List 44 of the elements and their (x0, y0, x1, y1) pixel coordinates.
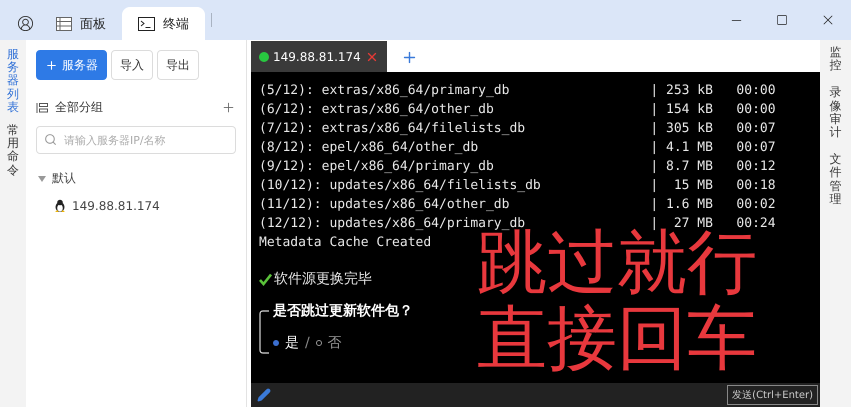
prompt-question: 是否跳过更新软件包？ (273, 302, 413, 320)
terminal-line: (5/12): extras/x86_64/primary_db | 253 kB 00:00 (259, 82, 777, 100)
sidebar-button[interactable]: 导入 (111, 50, 153, 80)
search-icon (44, 133, 57, 146)
bracket-drawing (259, 310, 269, 354)
grid-icon (56, 16, 72, 30)
prompt-option[interactable]: 是 (273, 334, 299, 352)
session-tab[interactable]: 149.88.81.174 (251, 41, 387, 72)
edit-icon[interactable] (257, 388, 271, 402)
terminal-line: (9/12): epel/x86_64/primary_db | 8.7 MB 00:12 (259, 158, 777, 176)
session-label: 149.88.81.174 (273, 50, 361, 64)
list-icon (36, 102, 49, 114)
search-field[interactable]: 请输入服务器IP/名称 (36, 126, 236, 154)
add-server-button[interactable]: 服务器 (36, 50, 107, 80)
sidebar-button[interactable]: 导出 (157, 50, 199, 80)
tree-group[interactable]: 默认 (52, 170, 76, 187)
option-separator: / (305, 335, 310, 351)
maximize-icon[interactable] (776, 14, 788, 26)
terminal-line: (8/12): epel/x86_64/other_db | 4.1 MB 00:07 (259, 139, 777, 157)
terminal-line: Metadata Cache Created (259, 234, 432, 252)
rail-tab[interactable]: 录像审计 (830, 86, 842, 140)
rail-tab[interactable]: 服务器列表 (7, 48, 19, 114)
user-icon[interactable] (16, 15, 34, 32)
add-group-icon[interactable] (221, 100, 236, 115)
rail-tab[interactable]: 监控 (830, 46, 842, 72)
terminal-line: (10/12): updates/x86_64/filelists_db | 15 MB 00:18 (259, 177, 777, 195)
window-tab[interactable]: 终端 (122, 7, 205, 40)
terminal-line: (6/12): extras/x86_64/other_db | 154 kB 00:00 (259, 101, 777, 119)
rail-tab[interactable]: 常用命令 (7, 124, 19, 177)
terminal-line: (7/12): extras/x86_64/filelists_db | 305 kB 00:07 (259, 120, 777, 138)
window-tab[interactable]: 面板 (40, 7, 122, 40)
server-item[interactable]: 149.88.81.174 (72, 199, 160, 213)
terminal-line: (11/12): updates/x86_64/other_db | 1.6 MB 00:02 (259, 196, 777, 214)
rail-tab[interactable]: 文件管理 (830, 153, 842, 206)
terminal-icon (138, 16, 155, 30)
prompt-option[interactable]: 否 (316, 334, 342, 352)
caret-icon[interactable] (38, 176, 46, 182)
overlay-caption: 直接回车 (477, 300, 757, 376)
plus-icon (45, 58, 58, 72)
check-icon (259, 272, 272, 286)
penguin-icon (54, 199, 66, 213)
group-header: 全部分组 (55, 99, 103, 116)
success-message: 软件源更换完毕 (274, 270, 372, 288)
send-button[interactable]: 发送(Ctrl+Enter) (727, 385, 818, 405)
